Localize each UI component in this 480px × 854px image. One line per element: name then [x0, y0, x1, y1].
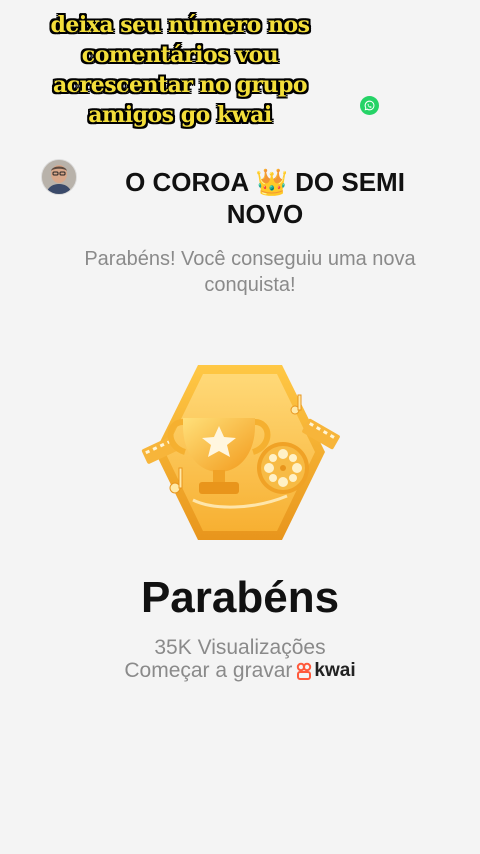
caption-line: amigos go kwai	[88, 102, 272, 128]
caption-line: comentários vou	[81, 42, 279, 68]
trophy-badge-icon	[135, 360, 345, 545]
record-row[interactable]: Começar a gravar kwai	[0, 659, 480, 683]
congrats-heading: Parabéns	[140, 573, 340, 622]
overlay-caption: deixa seu número nos comentários vou acr…	[30, 10, 330, 130]
caption-line: deixa seu número nos	[50, 12, 310, 38]
caption-line: acrescentar no grupo	[52, 72, 308, 98]
views-count: 35K Visualizações	[154, 636, 326, 659]
kwai-brand-text: kwai	[314, 660, 356, 681]
start-recording-link[interactable]: Começar a gravar	[124, 659, 292, 683]
avatar[interactable]	[41, 159, 77, 195]
kwai-logo: kwai	[296, 660, 356, 682]
kwai-logo-icon	[297, 662, 312, 680]
achievement-message: Parabéns! Você conseguiu uma nova conqui…	[84, 248, 416, 296]
whatsapp-icon	[360, 96, 379, 115]
page-title: O COROA 👑 DO SEMI NOVO	[125, 167, 405, 229]
